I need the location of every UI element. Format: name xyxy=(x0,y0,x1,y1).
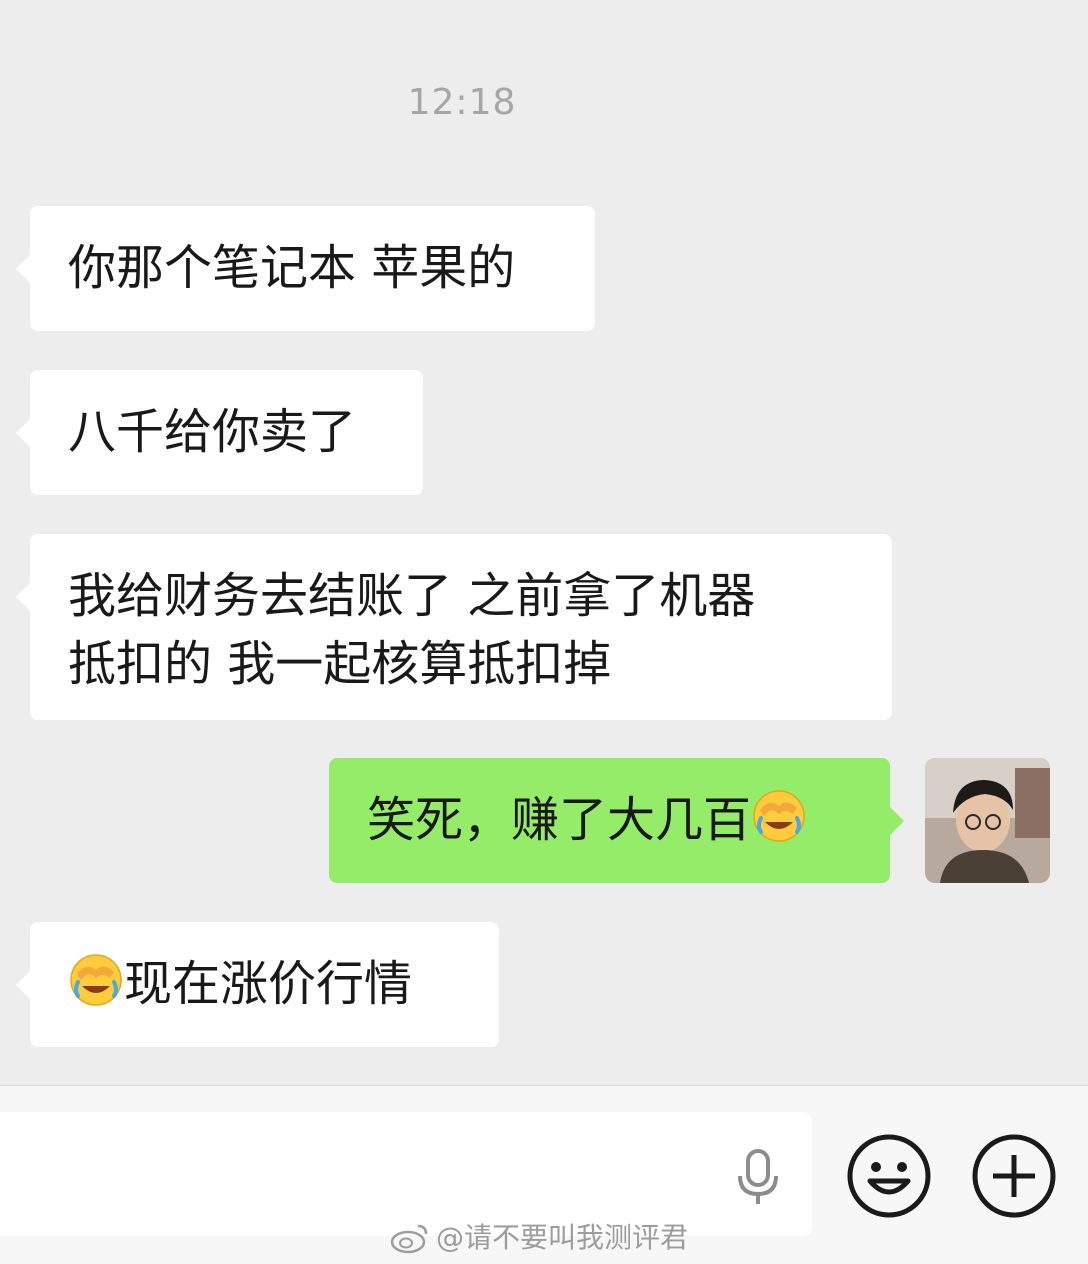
message-text: 现在涨价行情 xyxy=(124,956,413,1012)
facepalm-laugh-emoji xyxy=(753,790,805,842)
message-text: 你那个笔记本 苹果的 xyxy=(68,240,516,296)
watermark: @请不要叫我测评君 xyxy=(390,1218,688,1258)
message-text-line-2: 抵扣的 我一起核算抵扣掉 xyxy=(68,636,612,692)
avatar-photo xyxy=(925,758,1050,883)
facepalm-laugh-emoji xyxy=(70,954,122,1006)
message-text-line-1: 我给财务去结账了 之前拿了机器 xyxy=(68,568,756,624)
message-bubble-incoming[interactable]: 八千给你卖了 xyxy=(16,370,423,495)
message-bubble-incoming[interactable]: 你那个笔记本 苹果的 xyxy=(16,206,595,331)
message-bubble-outgoing[interactable]: 笑死，赚了大几百 xyxy=(329,758,904,883)
message-bubble-incoming[interactable]: 现在涨价行情 xyxy=(16,922,499,1047)
message-text: 笑死，赚了大几百 xyxy=(367,792,752,848)
watermark-text: @请不要叫我测评君 xyxy=(436,1221,689,1254)
weibo-logo-icon xyxy=(390,1224,428,1254)
user-avatar[interactable] xyxy=(925,758,1050,883)
message-text: 八千给你卖了 xyxy=(68,404,357,460)
plus-icon[interactable] xyxy=(971,1133,1057,1219)
microphone-icon[interactable] xyxy=(733,1148,783,1208)
chat-timestamp: 12:18 xyxy=(407,82,517,123)
message-bubble-incoming[interactable]: 我给财务去结账了 之前拿了机器 抵扣的 我一起核算抵扣掉 xyxy=(16,534,892,720)
smiley-icon[interactable] xyxy=(846,1133,932,1219)
